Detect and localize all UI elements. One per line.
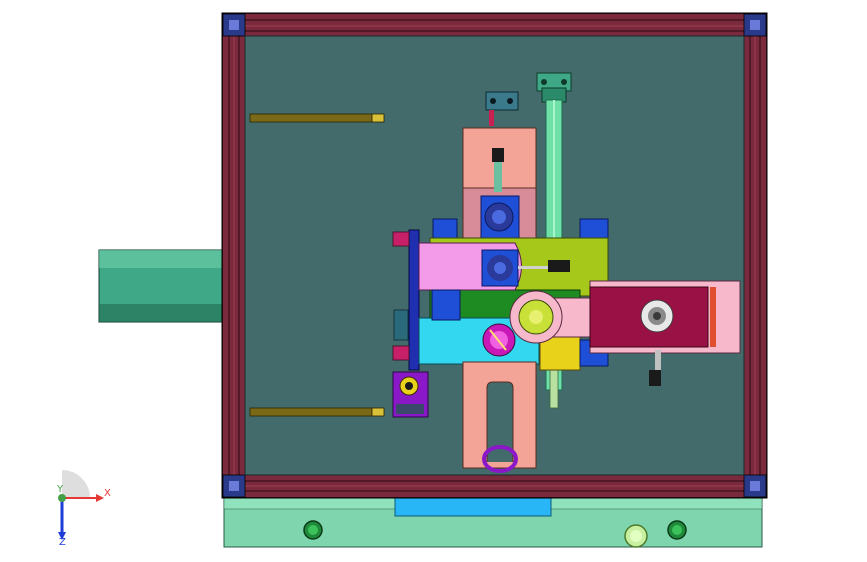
clamp-motor-top[interactable] (480, 195, 520, 239)
rotor-knob[interactable] (482, 323, 516, 357)
axis-triad (58, 470, 104, 540)
bottom-slot (394, 497, 552, 517)
sensor-a (492, 148, 504, 162)
cad-viewport[interactable]: X Y Z (0, 0, 867, 562)
y-axis-arrow (58, 494, 66, 502)
y-axis-label: Y (56, 484, 64, 495)
sensor-c (649, 370, 661, 386)
purple-actuator[interactable] (392, 371, 429, 418)
sensor-b (548, 260, 570, 272)
x-axis-label: X (104, 488, 111, 499)
guide-rod-bottom[interactable] (249, 407, 385, 417)
bottom-base-plate[interactable] (223, 496, 763, 548)
guide-rod-top[interactable] (249, 113, 385, 123)
lower-slotted-plate[interactable] (462, 361, 537, 473)
left-cylinder[interactable] (98, 249, 224, 323)
z-axis-label: Z (59, 537, 66, 548)
